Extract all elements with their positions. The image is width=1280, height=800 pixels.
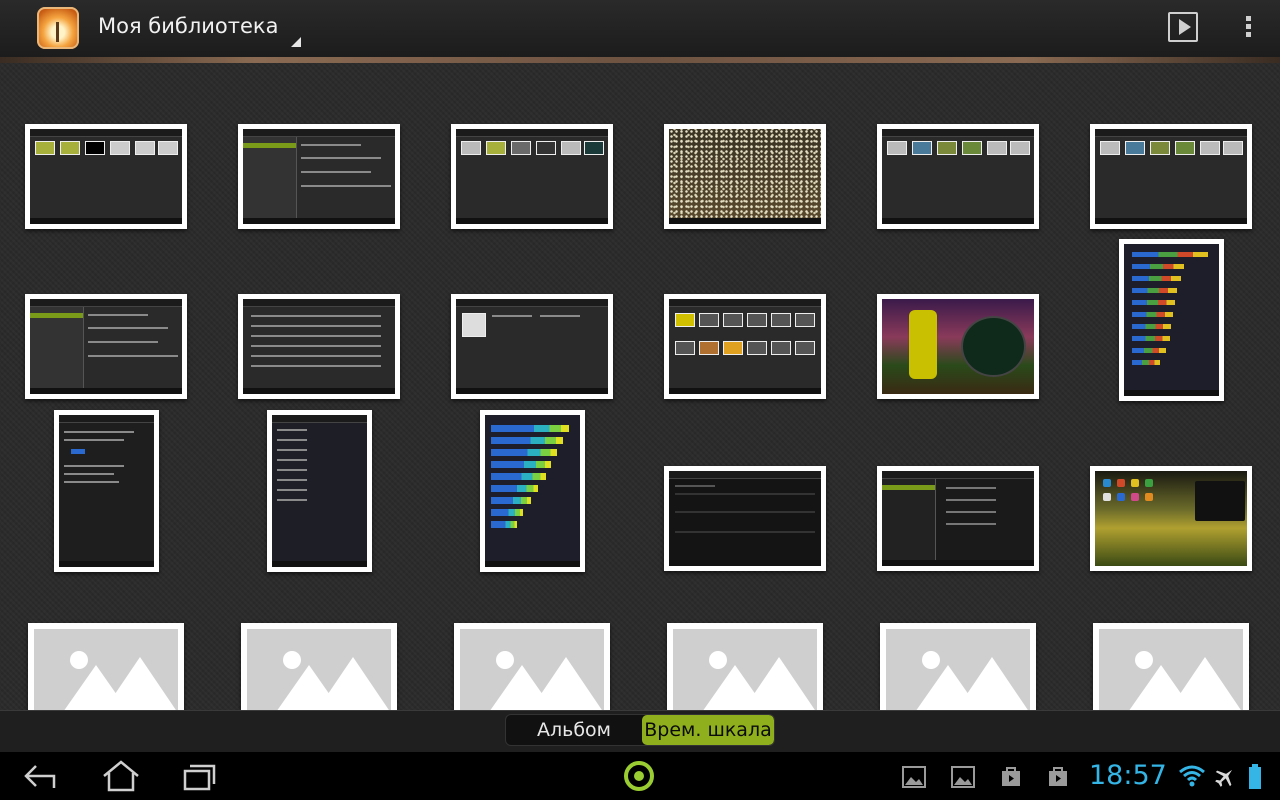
thumbnail[interactable] (1090, 124, 1252, 229)
system-navigation-bar (0, 752, 1280, 800)
thumbnail[interactable] (451, 124, 613, 229)
image-placeholder[interactable] (28, 623, 184, 723)
image-placeholder[interactable] (1093, 623, 1249, 723)
gallery-icon (902, 766, 926, 788)
timeline-tab[interactable]: Врем. шкала (642, 715, 774, 745)
store-icon (1049, 767, 1067, 786)
page-title[interactable]: Моя библиотека (98, 14, 278, 38)
thumbnail[interactable] (480, 410, 585, 572)
image-placeholder-icon (460, 629, 604, 717)
back-icon[interactable] (22, 762, 58, 792)
thumbnail[interactable] (877, 466, 1039, 571)
gallery-icon (951, 766, 975, 788)
status-clock: 18:57 (1089, 760, 1167, 791)
thumbnail[interactable] (54, 410, 159, 572)
timeline-grid (0, 63, 1280, 723)
slideshow-button[interactable] (1168, 12, 1198, 42)
image-placeholder[interactable] (454, 623, 610, 723)
image-placeholder-icon (886, 629, 1030, 717)
app-logo-icon[interactable] (37, 7, 79, 49)
image-placeholder[interactable] (880, 623, 1036, 723)
image-placeholder-icon (673, 629, 817, 717)
image-placeholder-icon (34, 629, 178, 717)
thumbnail[interactable] (1119, 239, 1224, 401)
overflow-menu-icon[interactable] (1240, 14, 1256, 42)
thumbnail[interactable] (877, 124, 1039, 229)
launcher-ring-icon[interactable] (621, 758, 657, 794)
thumbnail[interactable] (25, 294, 187, 399)
thumbnail[interactable] (664, 466, 826, 571)
thumbnail[interactable] (664, 294, 826, 399)
album-tab[interactable]: Альбом (506, 715, 642, 745)
thumbnail[interactable] (238, 124, 400, 229)
image-placeholder-icon (247, 629, 391, 717)
thumbnail[interactable] (664, 124, 826, 229)
thumbnail[interactable] (1090, 466, 1252, 571)
recent-apps-icon[interactable] (182, 762, 218, 792)
home-icon[interactable] (100, 758, 142, 794)
battery-icon (1249, 764, 1261, 789)
image-placeholder-icon (1099, 629, 1243, 717)
thumbnail[interactable] (267, 410, 372, 572)
action-bar: Моя библиотека (0, 0, 1280, 63)
chevron-down-icon[interactable] (291, 37, 301, 47)
thumbnail[interactable] (877, 294, 1039, 399)
image-placeholder[interactable] (667, 623, 823, 723)
thumbnail[interactable] (238, 294, 400, 399)
image-placeholder[interactable] (241, 623, 397, 723)
wifi-icon (1179, 765, 1205, 787)
airplane-icon (1215, 769, 1233, 787)
thumbnail[interactable] (25, 124, 187, 229)
thumbnail[interactable] (451, 294, 613, 399)
store-icon (1002, 767, 1020, 786)
view-toggle: Альбом Врем. шкала (505, 714, 775, 746)
